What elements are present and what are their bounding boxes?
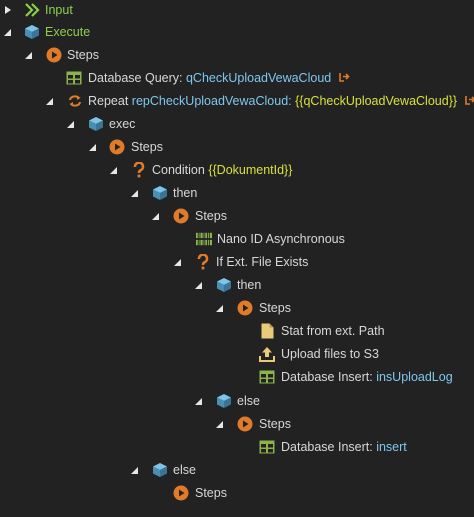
db-insert-value: insert (376, 440, 407, 454)
collapsed-arrow-icon[interactable] (5, 6, 11, 14)
expanded-arrow-icon[interactable] (67, 121, 74, 128)
repeat-expression: {{qCheckUploadVewaCloud}} (295, 93, 458, 108)
repeat-prefix: Repeat (88, 93, 129, 108)
tree-row-inner-else[interactable]: else (0, 390, 474, 413)
expanded-arrow-icon[interactable] (4, 29, 11, 36)
tree-row-execute[interactable]: Execute (0, 21, 474, 44)
repeat-value: repCheckUploadVewaCloud: (131, 93, 292, 108)
tree-row-stat[interactable]: Stat from ext. Path (0, 320, 474, 343)
action-tree: Input Execute Steps Database Query: qChe… (0, 0, 474, 517)
expanded-arrow-icon[interactable] (152, 213, 159, 220)
cube-icon (216, 393, 232, 409)
db-query-prefix: Database Query: (88, 70, 183, 85)
nanoid-label: Nano ID Asynchronous (217, 232, 345, 246)
tree-row-db-insert-log[interactable]: Database Insert: insUploadLog (0, 366, 474, 389)
tree-row-if-exists[interactable]: If Ext. File Exists (0, 251, 474, 274)
tree-row-nanoid[interactable]: Nano ID Asynchronous (0, 228, 474, 251)
exit-icon[interactable] (464, 90, 474, 113)
else-label: else (237, 394, 260, 408)
play-circle-icon (173, 485, 189, 501)
if-exists-label: If Ext. File Exists (216, 255, 309, 269)
cube-icon (24, 24, 40, 40)
table-icon (259, 439, 275, 455)
condition-prefix: Condition (152, 163, 205, 177)
play-circle-icon (237, 300, 253, 316)
file-icon (259, 323, 275, 339)
db-insert-value: insUploadLog (376, 370, 453, 384)
tree-row-inner-then[interactable]: then (0, 274, 474, 297)
tree-row-outer-else[interactable]: else (0, 459, 474, 482)
then-label: then (237, 278, 262, 292)
steps-label: Steps (67, 48, 99, 62)
cube-icon (152, 462, 168, 478)
tree-row-then[interactable]: then (0, 182, 474, 205)
tree-row-upload[interactable]: Upload files to S3 (0, 343, 474, 366)
then-label: then (173, 186, 198, 200)
execute-label: Execute (45, 25, 91, 39)
expanded-arrow-icon[interactable] (131, 467, 138, 474)
question-icon (195, 254, 211, 270)
cube-icon (216, 277, 232, 293)
tree-row-db-query[interactable]: Database Query: qCheckUploadVewaCloud (0, 67, 474, 90)
stat-label: Stat from ext. Path (281, 324, 385, 338)
play-circle-icon (109, 139, 125, 155)
expanded-arrow-icon[interactable] (46, 98, 53, 105)
db-query-label: Database Query: qCheckUploadVewaCloud (88, 67, 350, 90)
tree-row-inner-then-steps[interactable]: Steps (0, 297, 474, 320)
tree-row-then-steps[interactable]: Steps (0, 205, 474, 228)
condition-label: Condition {{DokumentId}} (152, 159, 292, 182)
tree-row-condition[interactable]: Condition {{DokumentId}} (0, 159, 474, 182)
upload-icon (259, 346, 275, 362)
steps-label: Steps (131, 140, 163, 154)
expanded-arrow-icon[interactable] (25, 52, 32, 59)
tree-row-inner-else-steps[interactable]: Steps (0, 413, 474, 436)
cube-icon (88, 116, 104, 132)
play-circle-icon (46, 47, 62, 63)
tree-row-repeat[interactable]: Repeat repCheckUploadVewaCloud: {{qCheck… (0, 90, 474, 113)
tree-row-input[interactable]: Input (0, 0, 474, 22)
tree-row-exec[interactable]: exec (0, 113, 474, 136)
exit-icon[interactable] (338, 67, 350, 90)
table-icon (259, 369, 275, 385)
input-label: Input (45, 3, 73, 17)
exec-label: exec (109, 117, 136, 131)
barcode-icon (196, 231, 212, 247)
double-chevron-icon (24, 2, 40, 18)
expanded-arrow-icon[interactable] (216, 421, 223, 428)
else-label: else (173, 463, 196, 477)
expanded-arrow-icon[interactable] (174, 259, 181, 266)
condition-expression: {{DokumentId}} (208, 163, 293, 177)
play-circle-icon (237, 416, 253, 432)
db-insert-prefix: Database Insert: (281, 440, 373, 454)
tree-row-db-insert[interactable]: Database Insert: insert (0, 436, 474, 459)
cube-icon (152, 185, 168, 201)
upload-label: Upload files to S3 (281, 347, 379, 361)
db-insert-label: Database Insert: insUploadLog (281, 366, 453, 389)
steps-label: Steps (195, 486, 227, 500)
play-circle-icon (173, 208, 189, 224)
db-query-value: qCheckUploadVewaCloud (185, 70, 332, 85)
steps-label: Steps (259, 417, 291, 431)
tree-row-steps[interactable]: Steps (0, 44, 474, 67)
repeat-label: Repeat repCheckUploadVewaCloud: {{qCheck… (88, 90, 474, 113)
db-insert-prefix: Database Insert: (281, 370, 373, 384)
repeat-icon (67, 93, 83, 109)
expanded-arrow-icon[interactable] (195, 282, 202, 289)
tree-row-outer-else-steps[interactable]: Steps (0, 482, 474, 505)
expanded-arrow-icon[interactable] (89, 144, 96, 151)
expanded-arrow-icon[interactable] (110, 167, 117, 174)
expanded-arrow-icon[interactable] (195, 398, 202, 405)
steps-label: Steps (195, 209, 227, 223)
tree-row-exec-steps[interactable]: Steps (0, 136, 474, 159)
expanded-arrow-icon[interactable] (216, 305, 223, 312)
expanded-arrow-icon[interactable] (131, 190, 138, 197)
table-icon (66, 70, 82, 86)
question-icon (131, 162, 147, 178)
db-insert-label: Database Insert: insert (281, 436, 407, 459)
steps-label: Steps (259, 301, 291, 315)
